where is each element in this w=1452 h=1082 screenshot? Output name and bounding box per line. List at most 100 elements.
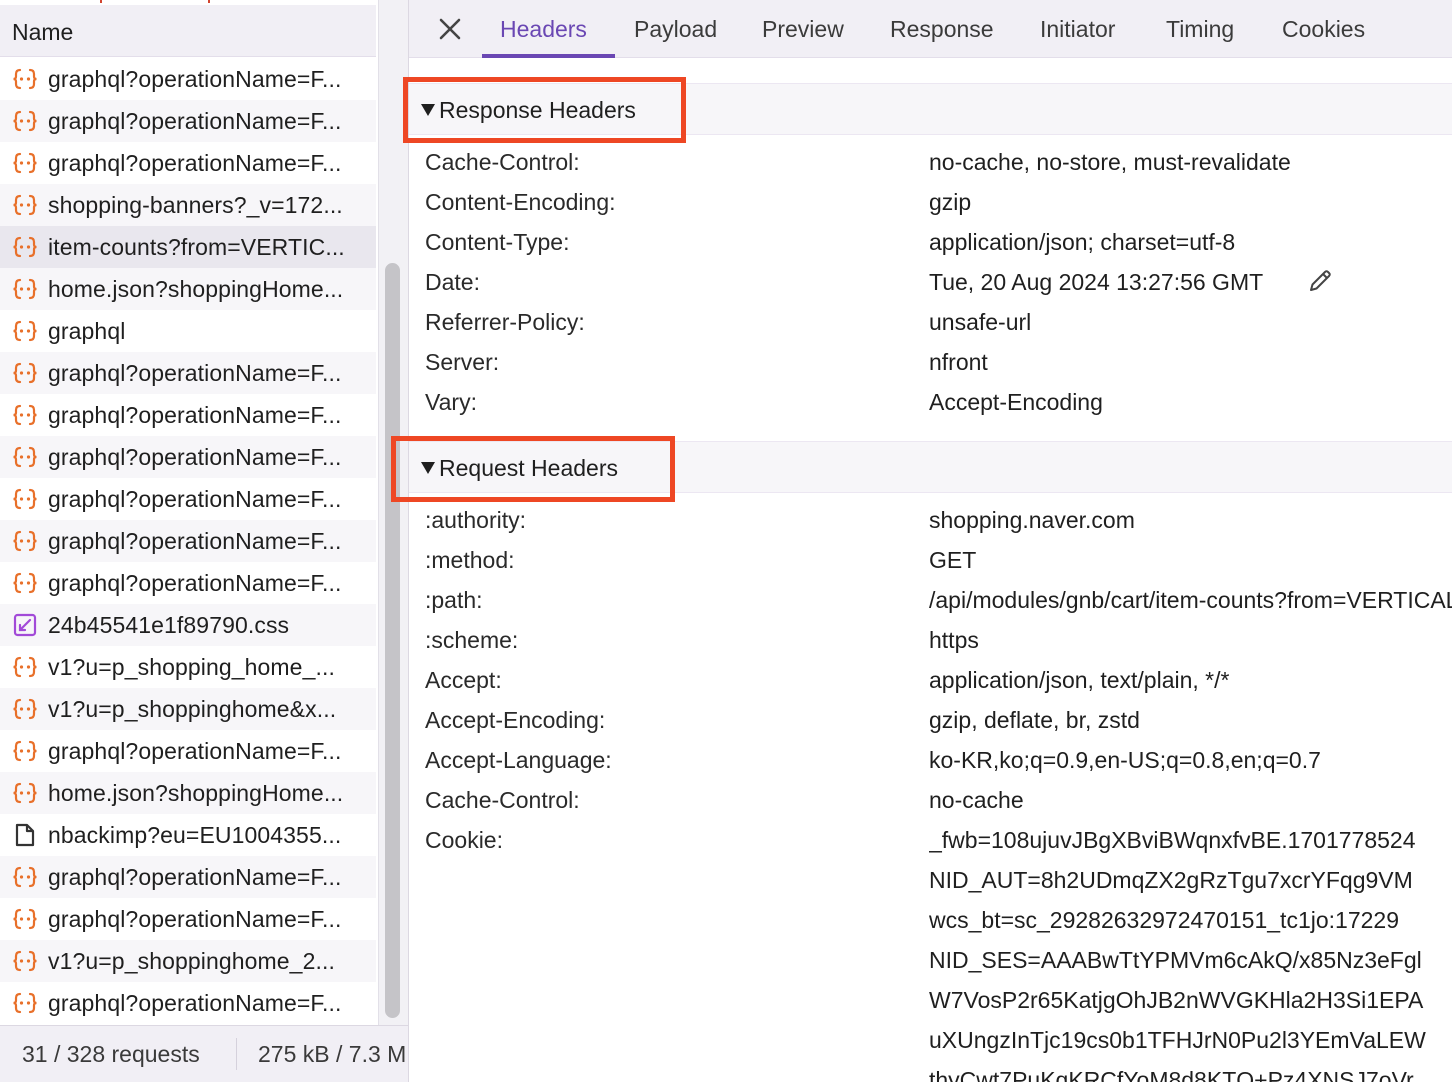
scrollbar-thumb[interactable]	[385, 263, 400, 1018]
pencil-icon[interactable]	[1307, 268, 1333, 294]
request-row[interactable]: graphql?operationName=F...	[0, 352, 376, 394]
tab-timing[interactable]: Timing	[1166, 16, 1234, 43]
xhr-icon	[12, 151, 38, 175]
request-row[interactable]: graphql?operationName=F...	[0, 436, 376, 478]
request-row[interactable]: graphql?operationName=F...	[0, 982, 376, 1024]
header-row: uXUngzInTjc19cs0b1TFHJrN0Pu2l3YEmVaLEW	[409, 1019, 1452, 1059]
request-name: graphql?operationName=F...	[48, 486, 342, 512]
header-value[interactable]: nfront	[929, 349, 1452, 376]
request-row[interactable]: graphql?operationName=F...	[0, 58, 376, 100]
request-name: graphql?operationName=F...	[48, 864, 342, 890]
header-value[interactable]: unsafe-url	[929, 309, 1452, 336]
xhr-icon	[12, 403, 38, 427]
request-row[interactable]: home.json?shoppingHome...	[0, 268, 376, 310]
header-value[interactable]: https	[929, 627, 1452, 654]
request-row[interactable]: v1?u=p_shoppinghome_2...	[0, 940, 376, 982]
header-value[interactable]: thyCwt7PuKqKRCfYoM8d8KTQ+Pz4XNSJ7oVr	[929, 1067, 1452, 1082]
header-value[interactable]: Tue, 20 Aug 2024 13:27:56 GMT	[929, 269, 1452, 296]
header-value[interactable]: application/json; charset=utf-8	[929, 229, 1452, 256]
request-row[interactable]: graphql?operationName=F...	[0, 730, 376, 772]
header-row: Content-Encoding: gzip	[409, 181, 1452, 221]
header-name: Cache-Control:	[425, 149, 580, 175]
xhr-icon	[12, 67, 38, 91]
header-name: Date:	[425, 269, 480, 295]
request-row[interactable]: graphql	[0, 310, 376, 352]
request-row[interactable]: v1?u=p_shopping_home_...	[0, 646, 376, 688]
header-value[interactable]: NID_AUT=8h2UDmqZX2gRzTgu7xcrYFqg9VM	[929, 867, 1452, 894]
header-row: Cache-Control: no-cache, no-store, must-r…	[409, 141, 1452, 181]
header-name: :authority:	[425, 507, 526, 533]
tab-preview[interactable]: Preview	[762, 16, 844, 43]
header-value[interactable]: /api/modules/gnb/cart/item-counts?from=V…	[929, 587, 1452, 614]
header-row: thyCwt7PuKqKRCfYoM8d8KTQ+Pz4XNSJ7oVr	[409, 1059, 1452, 1082]
header-value[interactable]: uXUngzInTjc19cs0b1TFHJrN0Pu2l3YEmVaLEW	[929, 1027, 1452, 1054]
name-column-header[interactable]: Name	[0, 5, 376, 57]
request-name: v1?u=p_shopping_home_...	[48, 654, 335, 680]
xhr-icon	[12, 991, 38, 1015]
timeline-marker	[100, 0, 102, 3]
request-row[interactable]: item-counts?from=VERTIC...	[0, 226, 376, 268]
xhr-icon	[12, 487, 38, 511]
request-row[interactable]: 24b45541e1f89790.css	[0, 604, 376, 646]
header-row: Vary: Accept-Encoding	[409, 381, 1452, 421]
header-value[interactable]: shopping.naver.com	[929, 507, 1452, 534]
header-value[interactable]: gzip	[929, 189, 1452, 216]
status-bar: 31 / 328 requests 275 kB / 7.3 MB	[0, 1025, 408, 1082]
xhr-icon	[12, 949, 38, 973]
request-name: graphql?operationName=F...	[48, 528, 342, 554]
request-headers-highlight	[391, 436, 675, 502]
header-name: Content-Encoding:	[425, 189, 616, 215]
request-name: v1?u=p_shoppinghome&x...	[48, 696, 337, 722]
header-row: Cache-Control: no-cache	[409, 779, 1452, 819]
request-row[interactable]: graphql?operationName=F...	[0, 142, 376, 184]
request-row[interactable]: graphql?operationName=F...	[0, 898, 376, 940]
header-value[interactable]: application/json, text/plain, */*	[929, 667, 1452, 694]
request-row[interactable]: v1?u=p_shoppinghome&x...	[0, 688, 376, 730]
xhr-icon	[12, 865, 38, 889]
request-row[interactable]: home.json?shoppingHome...	[0, 772, 376, 814]
tab-initiator[interactable]: Initiator	[1040, 16, 1115, 43]
request-name: graphql?operationName=F...	[48, 66, 342, 92]
request-name: graphql?operationName=F...	[48, 108, 342, 134]
header-row: Cookie: _fwb=108ujuvJBgXBviBWqnxfvBE.1701…	[409, 819, 1452, 859]
tab-cookies[interactable]: Cookies	[1282, 16, 1365, 43]
tab-response[interactable]: Response	[890, 16, 994, 43]
tab-payload[interactable]: Payload	[634, 16, 717, 43]
tab-headers[interactable]: Headers	[500, 16, 587, 43]
request-row[interactable]: shopping-banners?_v=172...	[0, 184, 376, 226]
request-count: 31 / 328 requests	[22, 1041, 200, 1067]
request-row[interactable]: graphql?operationName=F...	[0, 856, 376, 898]
request-name: 24b45541e1f89790.css	[48, 612, 290, 638]
xhr-icon	[12, 571, 38, 595]
close-details-button[interactable]	[435, 14, 465, 44]
header-row: :path: /api/modules/gnb/cart/item-counts?…	[409, 579, 1452, 619]
request-row[interactable]: graphql?operationName=F...	[0, 100, 376, 142]
header-value[interactable]: GET	[929, 547, 1452, 574]
request-row[interactable]: graphql?operationName=F...	[0, 562, 376, 604]
request-row[interactable]: graphql?operationName=F...	[0, 478, 376, 520]
document-icon	[12, 823, 38, 847]
header-value[interactable]: no-cache, no-store, must-revalidate	[929, 149, 1452, 176]
header-row: :scheme: https	[409, 619, 1452, 659]
header-row: Accept-Language: ko-KR,ko;q=0.9,en-US;q=0…	[409, 739, 1452, 779]
request-row[interactable]: graphql?operationName=F...	[0, 520, 376, 562]
header-value[interactable]: _fwb=108ujuvJBgXBviBWqnxfvBE.1701778524	[929, 827, 1452, 854]
header-row: Content-Type: application/json; charset=u…	[409, 221, 1452, 261]
request-row[interactable]: nbackimp?eu=EU1004355...	[0, 814, 376, 856]
xhr-icon	[12, 319, 38, 343]
request-row[interactable]: graphql?operationName=F...	[0, 394, 376, 436]
css-icon	[12, 613, 38, 637]
header-value[interactable]: Accept-Encoding	[929, 389, 1452, 416]
header-name: :path:	[425, 587, 483, 613]
header-value[interactable]: wcs_bt=sc_29282632972470151_tc1jo:17229	[929, 907, 1452, 934]
header-value[interactable]: NID_SES=AAABwTtYPMVm6cAkQ/x85Nz3eFgl	[929, 947, 1452, 974]
header-value[interactable]: no-cache	[929, 787, 1452, 814]
request-name: graphql?operationName=F...	[48, 570, 342, 596]
header-name: Accept:	[425, 667, 502, 693]
header-value[interactable]: ko-KR,ko;q=0.9,en-US;q=0.8,en;q=0.7	[929, 747, 1452, 774]
xhr-icon	[12, 235, 38, 259]
request-name: graphql?operationName=F...	[48, 444, 342, 470]
header-value[interactable]: W7VosP2r65KatjgOhJB2nWVGKHla2H3Si1EPA	[929, 987, 1452, 1014]
header-value[interactable]: gzip, deflate, br, zstd	[929, 707, 1452, 734]
transfer-size: 275 kB / 7.3 MB	[258, 1041, 408, 1067]
